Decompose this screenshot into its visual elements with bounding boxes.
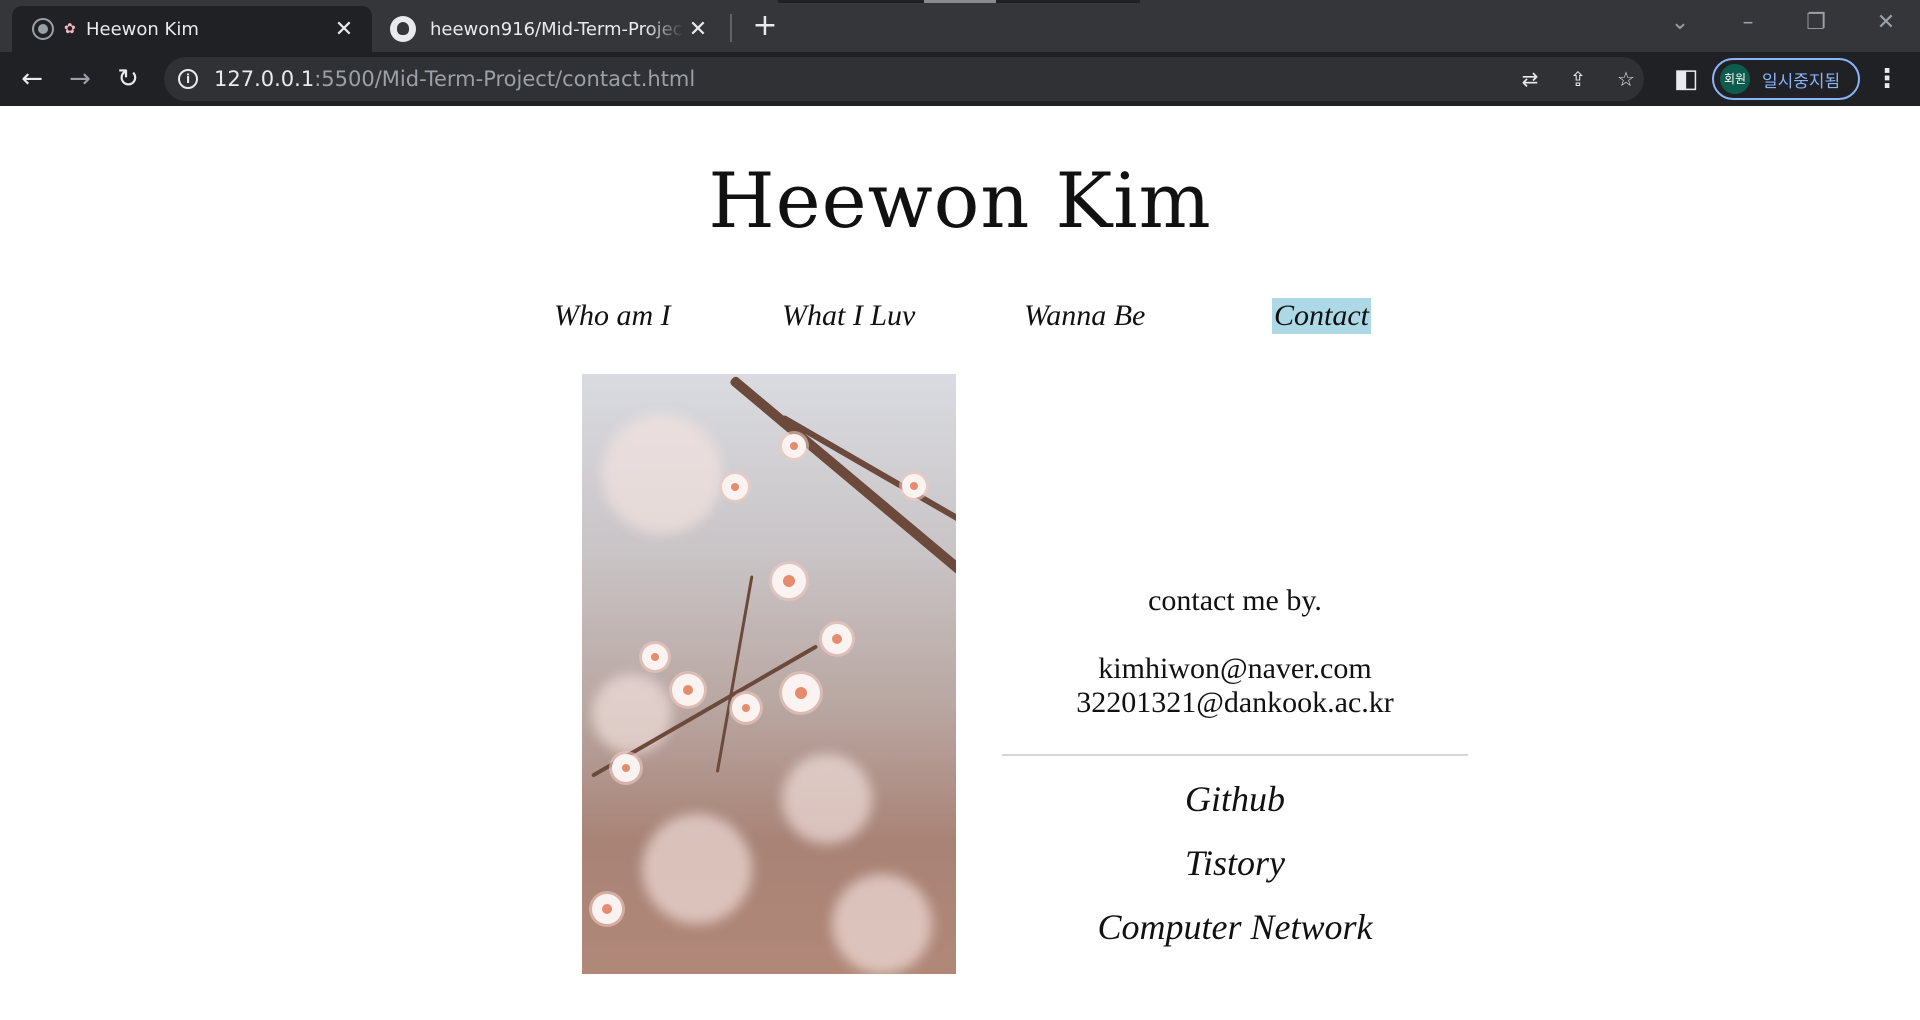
restore-button[interactable]: ❐ (1796, 6, 1836, 40)
link-computer-network[interactable]: Computer Network (1002, 906, 1468, 948)
url-text[interactable]: 127.0.0.1:5500/Mid-Term-Project/contact.… (214, 57, 695, 101)
link-github[interactable]: Github (1002, 778, 1468, 820)
translate-icon[interactable]: ⇄ (1516, 65, 1544, 93)
tab-separator (730, 14, 732, 42)
email-dankook[interactable]: 32201321@dankook.ac.kr (1002, 686, 1468, 720)
url-host: 127.0.0.1 (214, 67, 315, 91)
url-path: :5500/Mid-Term-Project/contact.html (314, 67, 696, 91)
tab-title: heewon916/Mid-Term-Project: 2 (430, 18, 684, 40)
github-icon (390, 16, 416, 42)
side-panel-icon[interactable]: ◧ (1668, 61, 1704, 97)
browser-toolbar: ← → ↻ i 127.0.0.1:5500/Mid-Term-Project/… (0, 52, 1920, 106)
tab-search-icon[interactable]: ⌄ (1660, 6, 1700, 40)
flower-favicon-icon: ✿ (64, 21, 76, 37)
more-menu-icon[interactable]: ⋮ (1872, 61, 1902, 97)
window-close-button[interactable]: ✕ (1866, 6, 1906, 40)
nav-link-what-i-luv[interactable]: What I Luv (780, 298, 917, 334)
nav-link-contact[interactable]: Contact (1272, 298, 1371, 334)
reload-button[interactable]: ↻ (110, 61, 146, 97)
contact-heading: contact me by. (1148, 584, 1322, 617)
minimize-button[interactable]: – (1728, 6, 1768, 40)
close-icon[interactable]: ✕ (330, 15, 358, 43)
info-icon[interactable]: i (178, 69, 198, 89)
page-title: Heewon Kim (708, 156, 1212, 245)
share-icon[interactable]: ⇪ (1564, 65, 1592, 93)
new-tab-button[interactable]: + (748, 10, 782, 44)
divider (1002, 754, 1468, 756)
avatar: 회원 (1720, 64, 1750, 94)
profile-status: 일시중지됨 (1762, 71, 1841, 92)
address-bar[interactable]: i 127.0.0.1:5500/Mid-Term-Project/contac… (164, 57, 1644, 101)
forward-button[interactable]: → (62, 61, 98, 97)
web-page: Heewon Kim Who am I What I Luv Wanna Be … (0, 106, 1920, 1020)
tab-title: Heewon Kim (86, 18, 199, 40)
browser-tab-strip: ✿ Heewon Kim ✕ heewon916/Mid-Term-Projec… (0, 0, 1920, 52)
cherry-blossom-photo (582, 374, 956, 974)
tab-heewon-kim[interactable]: ✿ Heewon Kim ✕ (12, 6, 372, 52)
close-icon[interactable]: ✕ (684, 15, 712, 43)
globe-icon (32, 18, 54, 40)
email-naver[interactable]: kimhiwon@naver.com (1002, 652, 1468, 686)
star-icon[interactable]: ☆ (1612, 65, 1640, 93)
nav-link-who-am-i[interactable]: Who am I (552, 298, 673, 334)
tab-github-repo[interactable]: heewon916/Mid-Term-Project: 2 ✕ (376, 6, 726, 52)
profile-button[interactable]: 회원 일시중지됨 (1712, 58, 1860, 100)
link-tistory[interactable]: Tistory (1002, 842, 1468, 884)
tab-drag-indicator (778, 0, 1140, 3)
back-button[interactable]: ← (14, 61, 50, 97)
nav-link-wanna-be[interactable]: Wanna Be (1022, 298, 1147, 334)
